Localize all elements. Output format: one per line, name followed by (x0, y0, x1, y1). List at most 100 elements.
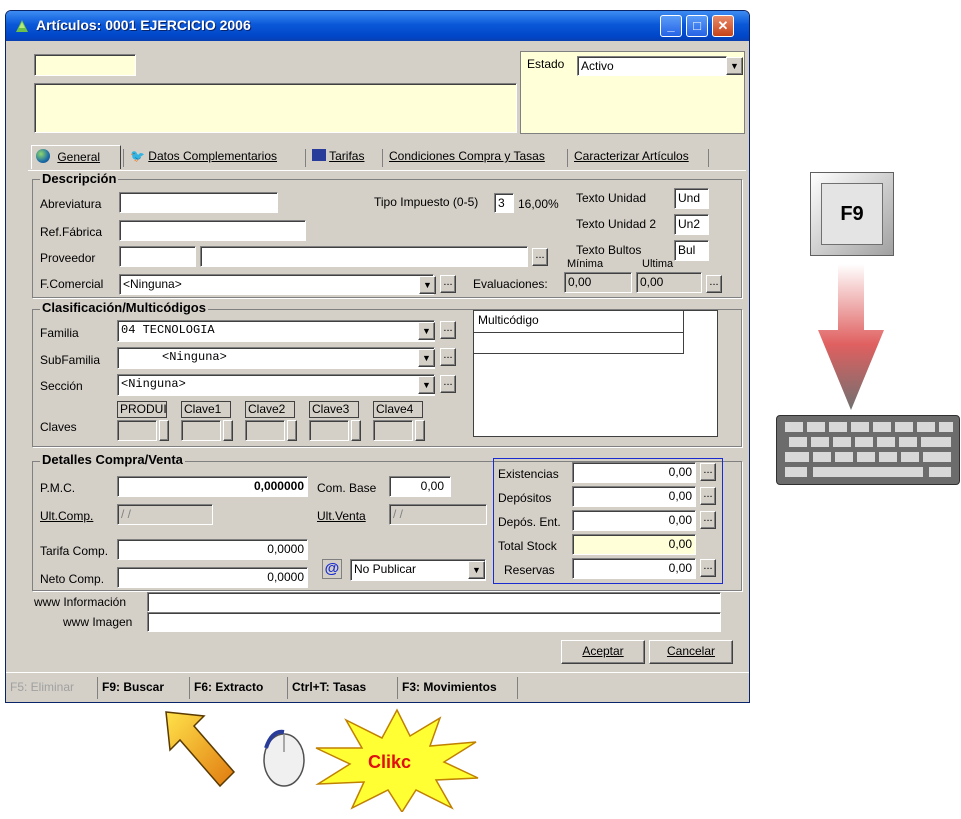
texto-bultos-input[interactable]: Bul (674, 240, 709, 261)
pmc-input[interactable]: 0,000000 (117, 476, 308, 497)
stock-value: 0,00 (572, 486, 696, 507)
tab-condiciones-label: Condiciones Compra y Tasas (389, 149, 545, 163)
cancelar-label: Cancelar (666, 644, 716, 658)
status-shortcut-button[interactable]: F3: Movimientos (398, 677, 518, 699)
status-shortcut-button[interactable]: Ctrl+T: Tasas (288, 677, 398, 699)
clave-spinner-button[interactable] (287, 420, 297, 441)
tab-tarifas[interactable]: Tarifas (308, 145, 380, 169)
texto-unidad-input[interactable]: Und (674, 188, 709, 209)
tab-panel-edge (28, 170, 746, 171)
clave-spinner-button[interactable] (223, 420, 233, 441)
www-imagen-input[interactable] (147, 612, 721, 632)
globe-icon (36, 149, 50, 163)
familia-dropdown-button[interactable]: ▼ (418, 322, 435, 340)
click-label: Clikc (368, 752, 412, 772)
tag-icon (312, 149, 326, 161)
clave-input[interactable] (245, 420, 285, 441)
fcomercial-dropdown-button[interactable]: ▼ (419, 276, 436, 294)
publish-icon[interactable]: @ (322, 559, 342, 579)
www-imagen-label: www Imagen (63, 615, 133, 629)
tab-datos-label: Datos Complementarios (148, 149, 278, 163)
proveedor-label: Proveedor (40, 251, 96, 265)
proveedor-lookup-button[interactable]: ... (532, 248, 548, 266)
clave-spinner-button[interactable] (415, 420, 425, 441)
close-button[interactable]: ✕ (712, 15, 734, 37)
publicar-select[interactable]: No Publicar (350, 559, 486, 581)
stock-value: 0,00 (572, 462, 696, 483)
seccion-select[interactable]: <Ninguna> (117, 374, 435, 396)
multicodigo-grid[interactable]: Multicódigo (473, 310, 718, 437)
subfamilia-lookup-button[interactable]: ... (440, 348, 456, 366)
clave-input[interactable] (373, 420, 413, 441)
stock-lookup-button[interactable]: ... (700, 559, 716, 577)
familia-lookup-button[interactable]: ... (440, 321, 456, 339)
evaluaciones-lookup-button[interactable]: ... (706, 275, 722, 293)
stock-lookup-button[interactable]: ... (700, 463, 716, 481)
www-informacion-input[interactable] (147, 592, 721, 612)
aceptar-label: Aceptar (582, 644, 624, 658)
clave-spinner-button[interactable] (159, 420, 169, 441)
tipo-impuesto-input[interactable]: 3 (494, 193, 514, 213)
status-shortcut-button[interactable]: F9: Buscar (98, 677, 190, 699)
abreviatura-input[interactable] (119, 192, 278, 213)
www-informacion-label: www Información (34, 595, 127, 609)
proveedor-name-input[interactable] (200, 246, 528, 267)
tab-separator (708, 149, 709, 167)
minimize-button[interactable]: _ (660, 15, 682, 37)
pointer-arrow-icon (165, 711, 236, 788)
tab-datos-complementarios[interactable]: 🐦 Datos Complementarios (126, 145, 303, 169)
tipo-impuesto-pct: 16,00% (518, 197, 559, 211)
stock-label: Depós. Ent. (498, 515, 561, 529)
tipo-impuesto-label: Tipo Impuesto (0-5) (374, 195, 479, 209)
window-title: Artículos: 0001 EJERCICIO 2006 (36, 17, 251, 33)
subfamilia-dropdown-button[interactable]: ▼ (418, 349, 435, 367)
tab-separator (305, 149, 306, 167)
com-base-input[interactable]: 0,00 (389, 476, 451, 497)
ult-comp-value: / / (117, 504, 213, 525)
fcomercial-select[interactable]: <Ninguna> (119, 274, 434, 295)
seccion-lookup-button[interactable]: ... (440, 375, 456, 393)
seccion-dropdown-button[interactable]: ▼ (418, 376, 435, 394)
stock-lookup-button[interactable]: ... (700, 487, 716, 505)
description-input[interactable] (34, 83, 517, 133)
descripcion-title: Descripción (40, 171, 119, 186)
aceptar-button[interactable]: Aceptar (561, 640, 645, 664)
code-input[interactable] (34, 54, 136, 76)
title-bar[interactable]: Artículos: 0001 EJERCICIO 2006 _ □ ✕ (6, 11, 749, 41)
clave-input[interactable] (309, 420, 349, 441)
estado-select[interactable]: Activo (577, 56, 727, 76)
keyboard-icon (776, 415, 960, 485)
texto-unidad2-input[interactable]: Un2 (674, 214, 709, 235)
estado-dropdown-button[interactable]: ▼ (726, 57, 743, 75)
fcomercial-label: F.Comercial (40, 277, 104, 291)
maximize-button[interactable]: □ (686, 15, 708, 37)
ult-comp-label: Ult.Comp. (40, 509, 94, 523)
pmc-label: P.M.C. (40, 481, 76, 495)
com-base-label: Com. Base (317, 481, 377, 495)
multicodigo-row[interactable] (474, 333, 684, 354)
clave-input[interactable] (117, 420, 157, 441)
status-shortcut-button[interactable]: F5: Eliminar (6, 677, 98, 699)
ult-venta-value: / / (389, 504, 487, 525)
status-shortcut-button[interactable]: F6: Extracto (190, 677, 288, 699)
evaluaciones-label: Evaluaciones: (473, 277, 548, 291)
tab-general[interactable]: General (31, 145, 121, 169)
proveedor-code-input[interactable] (119, 246, 196, 267)
clave-input[interactable] (181, 420, 221, 441)
tarifa-comp-input[interactable]: 0,0000 (117, 539, 308, 560)
ref-fabrica-input[interactable] (119, 220, 306, 241)
cancelar-button[interactable]: Cancelar (649, 640, 733, 664)
tab-condiciones[interactable]: Condiciones Compra y Tasas (385, 145, 565, 169)
neto-comp-input[interactable]: 0,0000 (117, 567, 308, 588)
stock-value: 0,00 (572, 534, 696, 555)
publicar-dropdown-button[interactable]: ▼ (468, 561, 485, 579)
familia-select[interactable]: 04 TECNOLOGIA (117, 320, 435, 342)
fcomercial-lookup-button[interactable]: ... (440, 275, 456, 293)
tarifa-comp-label: Tarifa Comp. (40, 544, 109, 558)
clave-spinner-button[interactable] (351, 420, 361, 441)
subfamilia-select[interactable]: <Ninguna> (117, 347, 435, 369)
stock-label: Existencias (498, 467, 559, 481)
stock-lookup-button[interactable]: ... (700, 511, 716, 529)
tab-caracterizar[interactable]: Caracterizar Artículos (570, 145, 710, 169)
stock-label: Reservas (504, 563, 555, 577)
